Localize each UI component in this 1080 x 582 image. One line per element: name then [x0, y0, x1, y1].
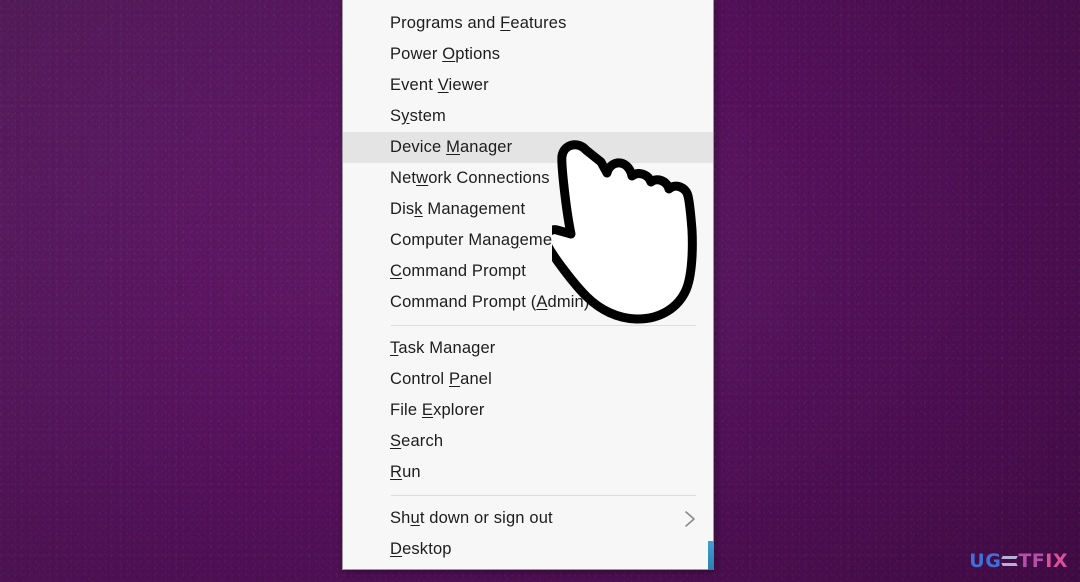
menu-item-accelerator: O: [442, 45, 456, 63]
menu-item-command-prompt-admin[interactable]: Command Prompt (Admin): [343, 287, 713, 318]
menu-item-desktop[interactable]: Desktop: [343, 534, 713, 565]
winx-power-user-menu[interactable]: Programs and Features Power Options Event …: [342, 0, 714, 570]
menu-item-label-pre: Programs and: [390, 14, 501, 32]
menu-item-accelerator: C: [390, 262, 403, 280]
menu-item-accelerator: P: [448, 370, 461, 388]
menu-item-label-pre: S: [390, 107, 402, 125]
menu-item-label-post: dmin): [547, 293, 590, 311]
menu-item-file-explorer[interactable]: File Explorer: [343, 395, 713, 426]
watermark-e-glyph-icon: [1002, 553, 1017, 569]
menu-item-label-pre: Event: [390, 76, 438, 94]
menu-item-label-pre: Computer Mana: [390, 231, 511, 249]
menu-item-command-prompt[interactable]: Command Prompt: [343, 256, 713, 287]
menu-item-label-post: stem: [409, 107, 446, 125]
menu-item-programs-and-features[interactable]: Programs and Features: [343, 8, 713, 39]
menu-item-label-post: ommand Prompt: [402, 262, 526, 280]
menu-item-accelerator: u: [410, 509, 420, 527]
menu-item-label-pre: Power: [390, 45, 443, 63]
menu-item-run[interactable]: Run: [343, 457, 713, 488]
menu-item-label-pre: Control: [390, 370, 449, 388]
menu-item-label-post: eatures: [510, 14, 567, 32]
menu-item-label-post: Management: [422, 200, 526, 218]
menu-item-disk-management[interactable]: Disk Management: [343, 194, 713, 225]
watermark-part-a: UG: [969, 550, 1002, 572]
menu-item-label-post: un: [402, 463, 421, 481]
menu-item-label-post: anel: [460, 370, 492, 388]
watermark-part-b: TF: [1018, 550, 1046, 572]
menu-item-accelerator: k: [414, 200, 423, 218]
chevron-right-icon: [684, 503, 697, 534]
menu-item-system[interactable]: System: [343, 101, 713, 132]
menu-item-computer-management[interactable]: Computer Management: [343, 225, 713, 256]
menu-item-label-post: anager: [459, 138, 513, 156]
watermark-part-c: IX: [1045, 550, 1068, 572]
menu-item-accelerator: M: [446, 138, 460, 156]
menu-item-accelerator: g: [510, 231, 520, 249]
menu-item-label-pre: File: [390, 401, 422, 419]
menu-item-accelerator: V: [437, 76, 449, 94]
menu-item-network-connections[interactable]: Network Connections: [343, 163, 713, 194]
ugetfix-watermark-logo: UG TF IX: [969, 550, 1068, 572]
menu-item-label-post: earch: [401, 432, 444, 450]
menu-group-system: Programs and Features Power Options Event …: [343, 0, 713, 318]
menu-item-label-pre: Command Prompt (: [390, 293, 537, 311]
menu-item-task-manager[interactable]: Task Manager: [343, 333, 713, 364]
menu-group-tools: Task Manager Control Panel File Explorer Se…: [343, 333, 713, 488]
menu-item-label-pre: Dis: [390, 200, 415, 218]
menu-item-label-post: ement: [519, 231, 567, 249]
menu-separator-1: [391, 325, 696, 326]
menu-item-search[interactable]: Search: [343, 426, 713, 457]
menu-item-label-post: xplorer: [433, 401, 485, 419]
menu-item-shut-down-or-sign-out[interactable]: Shut down or sign out: [343, 503, 713, 534]
menu-item-accelerator: A: [536, 293, 548, 311]
menu-group-session: Shut down or sign out Desktop: [343, 503, 713, 565]
menu-separator-2: [391, 495, 696, 496]
menu-item-label-post: iewer: [448, 76, 489, 94]
taskbar-accent-strip: [708, 541, 714, 570]
menu-item-control-panel[interactable]: Control Panel: [343, 364, 713, 395]
menu-item-label-post: ork Connections: [428, 169, 550, 187]
menu-item-accelerator: y: [401, 107, 410, 125]
menu-item-accelerator: R: [390, 463, 403, 481]
menu-item-label-post: ptions: [455, 45, 501, 63]
menu-item-accelerator: F: [500, 14, 511, 32]
menu-item-accelerator: S: [390, 432, 402, 450]
menu-item-accelerator: D: [390, 540, 403, 558]
menu-item-device-manager[interactable]: Device Manager: [343, 132, 713, 163]
menu-item-event-viewer[interactable]: Event Viewer: [343, 70, 713, 101]
menu-item-accelerator: w: [416, 169, 429, 187]
menu-item-label-pre: Sh: [390, 509, 411, 527]
menu-item-power-options[interactable]: Power Options: [343, 39, 713, 70]
menu-item-label-post: esktop: [402, 540, 452, 558]
menu-item-label-pre: Device: [390, 138, 447, 156]
menu-item-label-post: ask Manager: [398, 339, 496, 357]
menu-item-label-post: t down or sign out: [419, 509, 553, 527]
menu-item-accelerator: E: [421, 401, 434, 419]
menu-item-label-pre: Net: [390, 169, 417, 187]
